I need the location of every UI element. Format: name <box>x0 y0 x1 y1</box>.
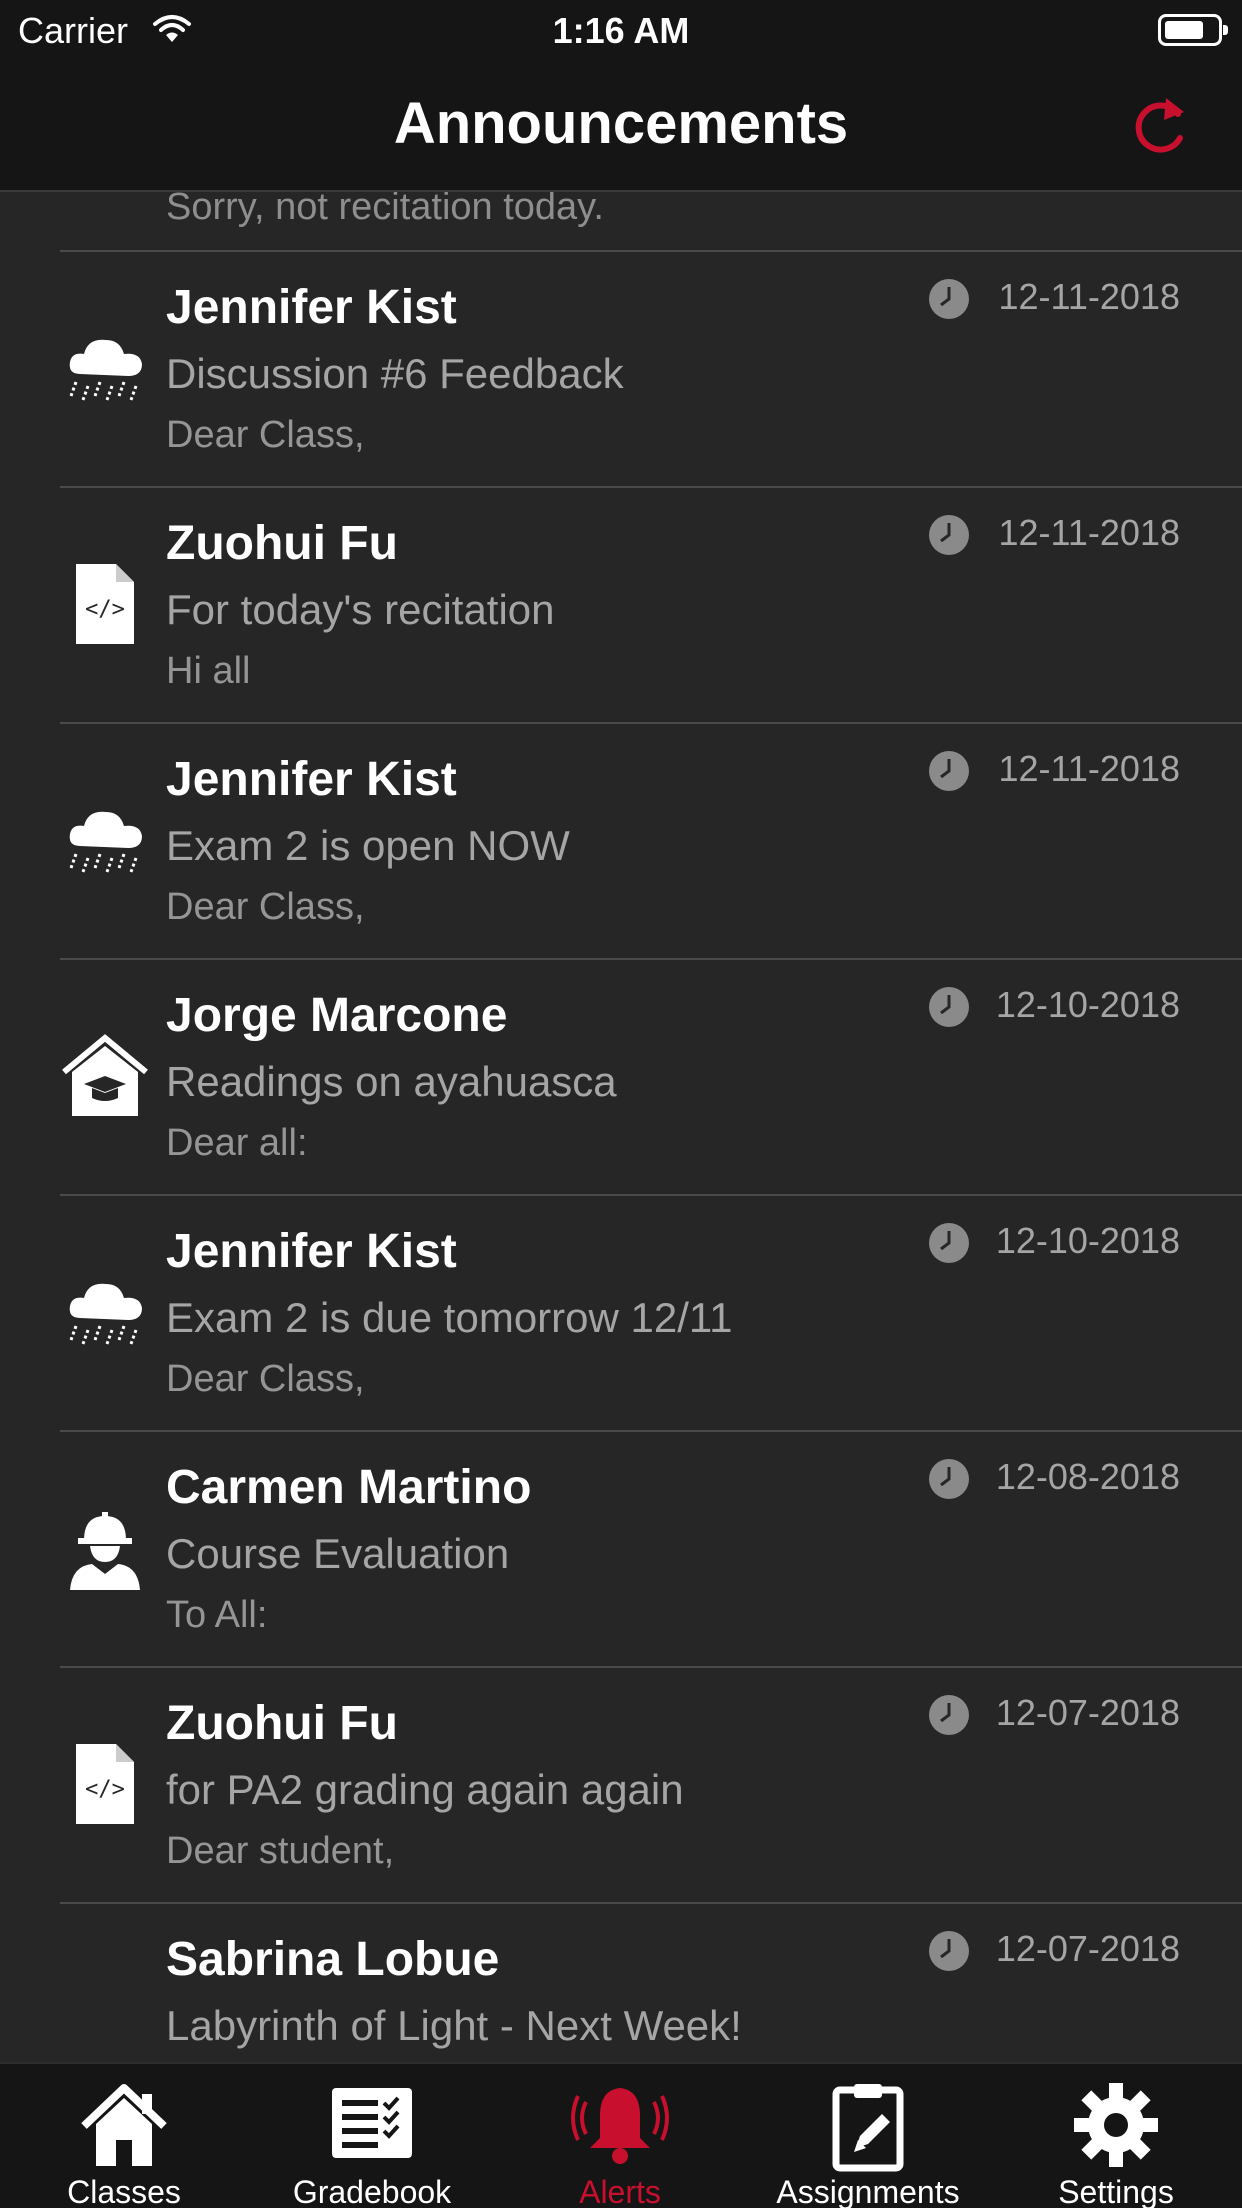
gear-icon <box>1074 2083 1158 2167</box>
announcement-subject: Course Evaluation <box>166 1530 510 1577</box>
rain-cloud-icon <box>62 324 148 410</box>
announcement-date: 12-11-2018 <box>998 276 1180 317</box>
announcement-preview: Dear Class, <box>166 414 365 456</box>
announcement-subject: Exam 2 is due tomorrow 12/11 <box>166 1294 733 1341</box>
announcement-preview: To All: <box>166 1594 268 1636</box>
announcement-author: Jennifer Kist <box>166 281 457 334</box>
announcement-author: Jennifer Kist <box>166 1225 457 1278</box>
clock-icon <box>928 1694 970 1736</box>
assignment-icon <box>832 2084 904 2172</box>
tab-label: Gradebook <box>292 2174 452 2208</box>
tab-gradebook[interactable]: Gradebook <box>248 2064 496 2208</box>
house-icon <box>81 2084 167 2166</box>
tab-settings[interactable]: Settings <box>992 2064 1240 2208</box>
nav-bar: Announcements <box>0 60 1242 192</box>
clock-icon <box>928 750 970 792</box>
announcement-preview: Hi all <box>166 650 251 692</box>
announcements-list[interactable]: Sorry, not recitation today. Jennifer Ki… <box>0 192 1242 2062</box>
announcement-subject: for PA2 grading again again <box>166 1766 684 1813</box>
announcement-row[interactable]: Carmen Martino Course Evaluation To All: 12… <box>0 1432 1242 1668</box>
announcement-row[interactable]: Jennifer Kist Exam 2 is due tomorrow 12/1… <box>0 1196 1242 1432</box>
refresh-icon[interactable] <box>1128 90 1192 160</box>
status-bar: Carrier 1:16 AM <box>0 0 1242 60</box>
battery-icon <box>1158 14 1228 46</box>
announcement-subject: For today's recitation <box>166 586 555 633</box>
page-title: Announcements <box>393 91 849 156</box>
announcement-row[interactable]: Sabrina Lobue Labyrinth of Light - Next W… <box>0 1904 1242 2062</box>
announcement-date: 12-07-2018 <box>995 1928 1180 1969</box>
announcement-row[interactable]: Jennifer Kist Discussion #6 Feedback Dear … <box>0 252 1242 488</box>
bell-icon <box>571 2088 669 2164</box>
construction-worker-icon <box>62 1504 148 1590</box>
tab-label: Classes <box>67 2174 181 2208</box>
clock-icon <box>928 278 970 320</box>
announcement-preview: Dear Class, <box>166 886 365 928</box>
tab-label: Assignments <box>776 2174 960 2208</box>
announcement-subject: Readings on ayahuasca <box>166 1058 617 1105</box>
announcement-author: Jorge Marcone <box>166 989 508 1042</box>
announcement-date: 12-10-2018 <box>995 1220 1180 1261</box>
announcement-preview: Dear student, <box>166 1830 395 1872</box>
announcement-row[interactable]: Jorge Marcone Readings on ayahuasca Dear a… <box>0 960 1242 1196</box>
graduation-house-icon <box>62 1032 148 1118</box>
announcement-subject: Labyrinth of Light - Next Week! <box>166 2002 742 2049</box>
gradebook-icon <box>332 2088 412 2158</box>
tab-classes[interactable]: Classes <box>0 2064 248 2208</box>
svg-text:</>: </> <box>85 597 125 622</box>
announcement-subject: Exam 2 is open NOW <box>166 822 570 869</box>
announcement-subject: Discussion #6 Feedback <box>166 350 624 397</box>
announcement-date: 12-11-2018 <box>998 512 1180 553</box>
rain-cloud-icon <box>62 1268 148 1354</box>
list-item-partial[interactable]: Sorry, not recitation today. <box>0 192 1242 250</box>
announcement-author: Carmen Martino <box>166 1461 532 1514</box>
announcement-author: Jennifer Kist <box>166 753 457 806</box>
clock-icon <box>928 1458 970 1500</box>
announcement-date: 12-11-2018 <box>998 748 1180 789</box>
rain-cloud-icon <box>62 796 148 882</box>
tab-label: Settings <box>1058 2174 1174 2208</box>
announcement-preview: Dear Class, <box>166 1358 365 1400</box>
tab-bar: Classes Gradebook Alerts Assignments Set… <box>0 2062 1242 2208</box>
clock-icon <box>928 986 970 1028</box>
announcement-date: 12-07-2018 <box>995 1692 1180 1733</box>
clock-icon <box>928 1930 970 1972</box>
code-file-icon: </> <box>62 560 148 646</box>
code-file-icon: </> <box>62 1740 148 1826</box>
clock-icon <box>928 1222 970 1264</box>
announcement-author: Sabrina Lobue <box>166 1933 500 1986</box>
announcement-author: Zuohui Fu <box>166 517 398 570</box>
announcement-author: Zuohui Fu <box>166 1697 398 1750</box>
clock-icon <box>928 514 970 556</box>
tab-assignments[interactable]: Assignments <box>744 2064 992 2208</box>
announcement-date: 12-08-2018 <box>995 1456 1180 1497</box>
announcement-row[interactable]: Jennifer Kist Exam 2 is open NOW Dear Clas… <box>0 724 1242 960</box>
announcement-preview: Sorry, not recitation today. <box>166 192 604 228</box>
announcement-row[interactable]: </> Zuohui Fu For today's recitation Hi all… <box>0 488 1242 724</box>
announcement-date: 12-10-2018 <box>995 984 1180 1025</box>
tab-label: Alerts <box>579 2174 661 2208</box>
announcement-row[interactable]: </> Zuohui Fu for PA2 grading again again D… <box>0 1668 1242 1904</box>
announcement-preview: Dear all: <box>166 1122 308 1164</box>
tab-alerts[interactable]: Alerts <box>496 2064 744 2208</box>
clock-time: 1:16 AM <box>552 10 690 51</box>
svg-text:</>: </> <box>85 1777 125 1802</box>
